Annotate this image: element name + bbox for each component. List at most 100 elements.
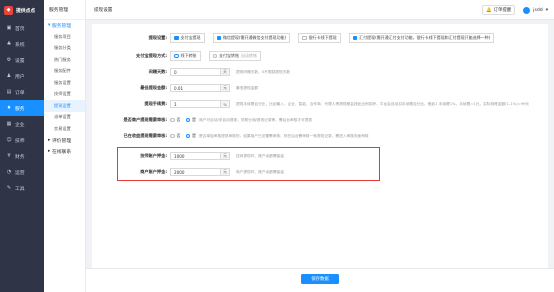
row-merchant-deposit: 商户账户押金: 2000 元 商户提现时，账户余额需保留 (92, 168, 284, 176)
subnav-item[interactable]: 技师设置 (44, 89, 85, 101)
order-reminder-button[interactable]: 🔔 订单提醒 (482, 5, 516, 15)
field-label: 提现设置: (148, 35, 167, 40)
technician-deposit-input[interactable]: 1000 元 (170, 152, 230, 160)
input-unit: 元 (220, 85, 229, 91)
user-menu[interactable]: jsdd ▾ (523, 6, 548, 14)
row-fee: 提现手续费: 1% 提现手续费百分比，比如输入，企业、智能、合作商、代理人等提现… (92, 100, 529, 108)
nav-item-technician[interactable]: ☺ 技师 (0, 132, 44, 148)
nav-item-home[interactable]: ▣ 首页 (0, 20, 44, 36)
row-alipay-method: 支付宝提现方式: 线下转账 支付宝转账 自动转账 (92, 51, 269, 61)
bank-withdraw-checkbox[interactable]: 银行卡线下提现 (298, 33, 341, 43)
alipay-withdraw-checkbox[interactable]: 支付宝提现 (170, 33, 205, 43)
option-label: 汇付提现(需开通汇付支付功能，银行卡线下提现和汇付提现只能选择一种) (359, 35, 491, 40)
nav-item-label: 订单 (15, 90, 25, 96)
row-earnings-review: 已在收益提现需要审核: 否 是 是否单独审核提现审核的，如果商户已设置需审核，则… (92, 133, 369, 139)
row-merchant-review: 是否商户提现需要审核: 否 是 商户可自动/非自动提现，关联分润/提现记录等，需… (92, 117, 312, 123)
order-icon: ▤ (6, 89, 12, 95)
user-icon: ♟ (6, 73, 12, 79)
option-label: 是 (192, 117, 196, 122)
avatar (523, 6, 531, 14)
alipay-transfer-radio[interactable]: 支付宝转账 自动转账 (208, 51, 261, 61)
option-label: 支付宝转账 (219, 53, 239, 58)
merchant-review-yes-radio[interactable]: 是 (185, 117, 196, 123)
subnav-item[interactable]: 服务分类 (44, 43, 85, 55)
input-value: 0 (174, 69, 177, 75)
field-hint: 提现间隔天数，0不限制提现天数 (236, 69, 290, 74)
technician-icon: ☺ (6, 137, 12, 143)
chevron-right-icon: ▸ (48, 148, 51, 154)
wechat-withdraw-checkbox[interactable]: 微信提现(需开通微信支付提现功能) (212, 33, 291, 43)
checkbox-box (302, 35, 307, 41)
input-unit: 元 (220, 153, 229, 159)
save-button[interactable]: 保存数据 (301, 274, 339, 284)
enterprise-icon: ▦ (6, 121, 12, 127)
nav-item-tool[interactable]: ✎ 工具 (0, 180, 44, 196)
subnav-group-label: 评价管理 (51, 138, 72, 144)
input-unit: % (220, 101, 229, 107)
nav-item-system[interactable]: ♣ 系统 (0, 36, 44, 52)
nav-item-label: 首页 (15, 26, 25, 32)
nav-item-order[interactable]: ▤ 订单 (0, 84, 44, 100)
field-hint: 技师提现时，账户余额需保留 (236, 153, 284, 158)
main-sidebar: ◆ 提供点点 ▣ 首页 ♣ 系统 ⚙ 设置 ♟ 用户 ▤ 订单 ♦ 服务 ▦ 企业 ☺ 技师 ¥ 财务 ◔ 运营 ✎ 工具 (0, 0, 44, 292)
tool-icon: ✎ (6, 185, 12, 191)
nav-item-label: 财务 (15, 154, 25, 160)
field-label: 最低提现金额: (140, 85, 167, 90)
operation-icon: ◔ (6, 169, 12, 175)
subnav-item[interactable]: 服务项目 (44, 31, 85, 43)
field-label: 已在收益提现需要审核: (123, 133, 167, 138)
option-hint: 自动转账 (241, 53, 257, 58)
nav-item-finance[interactable]: ¥ 财务 (0, 148, 44, 164)
subnav-item[interactable]: 热门服务 (44, 54, 85, 66)
nav-item-label: 工具 (15, 186, 25, 192)
subnav-group-service[interactable]: ▾ 服务管理 (44, 20, 85, 31)
nav-item-user[interactable]: ♟ 用户 (0, 68, 44, 84)
nav-item-label: 企业 (15, 122, 25, 128)
chevron-right-icon: ▸ (48, 137, 51, 143)
field-hint: 商户可自动/非自动提现，关联分润/提现记录等，需后台审核才可提现 (199, 117, 313, 122)
min-amount-input[interactable]: 0.01 元 (170, 84, 230, 92)
service-icon: ♦ (6, 105, 12, 111)
field-hint: 最低提现金额 (236, 85, 259, 90)
radio-dot (170, 133, 175, 139)
fee-input[interactable]: 1% (170, 100, 230, 108)
option-label: 支付宝提现 (180, 35, 201, 40)
bell-icon: 🔔 (486, 7, 492, 13)
nav-item-label: 技师 (15, 138, 25, 144)
radio-dot (212, 53, 217, 59)
brand: ◆ 提供点点 (0, 0, 44, 20)
nav-item-label: 用户 (15, 74, 25, 80)
brand-name: 提供点点 (16, 8, 36, 14)
settings-form: 提现设置: 支付宝提现 微信提现(需开通微信支付提现功能) 银行卡线下提现 汇付… (92, 24, 548, 268)
home-icon: ▣ (6, 25, 12, 31)
huifu-withdraw-checkbox[interactable]: 汇付提现(需开通汇付支付功能，银行卡线下提现和汇付提现只能选择一种) (348, 33, 495, 43)
earnings-review-no-radio[interactable]: 否 (170, 133, 181, 139)
chevron-down-icon: ▾ (48, 23, 51, 28)
radio-dot (185, 117, 190, 123)
interval-days-input[interactable]: 0天 (170, 68, 230, 76)
sub-sidebar: 服务管理 ▾ 服务管理 服务项目 服务分类 热门服务 服务配件 服务设置 技师设置 提现设置… (44, 0, 86, 292)
subnav-item[interactable]: 服务配件 (44, 66, 85, 78)
earnings-review-yes-radio[interactable]: 是 (185, 133, 196, 139)
subnav-item[interactable]: 服务设置 (44, 77, 85, 89)
nav-item-service[interactable]: ♦ 服务 (0, 100, 44, 116)
subnav-item[interactable]: 交易设置 (44, 123, 85, 135)
input-unit: 天 (220, 69, 229, 75)
nav-item-enterprise[interactable]: ▦ 企业 (0, 116, 44, 132)
subnav-item[interactable]: 派单设置 (44, 112, 85, 124)
subnav-group-review[interactable]: ▸ 评价管理 (44, 135, 85, 146)
checkbox-box (352, 35, 358, 41)
merchant-review-no-radio[interactable]: 否 (170, 117, 181, 123)
subnav-item[interactable]: 提现设置 (44, 100, 85, 112)
nav-item-gear[interactable]: ⚙ 设置 (0, 52, 44, 68)
option-label: 线下转账 (180, 53, 197, 58)
radio-dot (174, 53, 179, 59)
nav-item-label: 设置 (15, 58, 25, 64)
option-label: 是 (192, 133, 196, 138)
merchant-deposit-input[interactable]: 2000 元 (170, 168, 230, 176)
checkbox-box (216, 35, 221, 41)
subnav-group-contact[interactable]: ▸ 在线联系 (44, 146, 85, 157)
nav-item-operation[interactable]: ◔ 运营 (0, 164, 44, 180)
offline-transfer-radio[interactable]: 线下转账 (170, 51, 201, 61)
option-label: 否 (176, 117, 181, 122)
